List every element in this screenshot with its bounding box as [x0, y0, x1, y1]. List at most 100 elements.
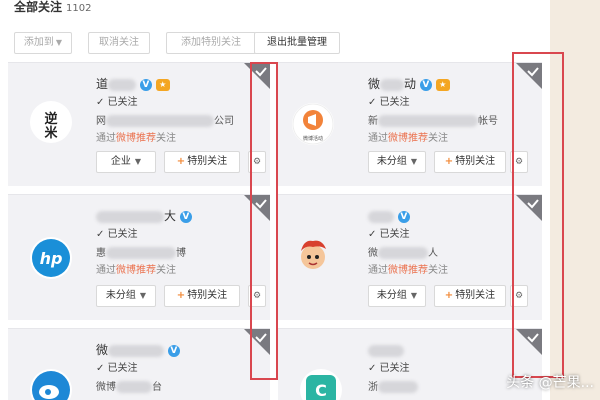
follow-source: 通过微博推荐关注	[96, 265, 176, 277]
group-select[interactable]: 未分组 ▼	[96, 285, 156, 307]
avatar-logo-text: hp	[40, 249, 63, 268]
unfollow-button[interactable]: 取消关注	[88, 32, 150, 54]
add-special-follow-button[interactable]: 添加特别关注	[166, 32, 256, 54]
group-label: 未分组	[376, 290, 407, 301]
svg-text:逆: 逆	[44, 111, 57, 127]
user-description: 新 帐号	[368, 115, 498, 128]
avatar[interactable]: C	[300, 369, 342, 400]
verified-icon: V	[397, 210, 410, 223]
avatar[interactable]: 逆 米	[30, 101, 72, 143]
follow-source: 通过微博推荐关注	[96, 133, 176, 145]
follow-status: ✓ 已关注	[368, 229, 410, 240]
user-description: 微人	[368, 247, 438, 260]
source-link[interactable]: 微博推荐	[116, 133, 156, 144]
svg-text:米: 米	[44, 125, 58, 141]
blurred-text	[106, 247, 176, 259]
blurred-text	[106, 115, 214, 127]
name-text: 道	[96, 77, 109, 91]
source-prefix: 通过	[96, 265, 116, 276]
desc-prefix: 微	[368, 248, 378, 259]
user-name[interactable]: V	[368, 209, 410, 223]
name-text: 微	[96, 343, 109, 357]
blurred-name	[368, 210, 394, 223]
user-card[interactable]: 微博活动 微 动 V ★ ✓ 已关注 新 帐号 通过微博推荐关注 未分组 ▼ + 特别关…	[278, 62, 542, 186]
desc-prefix: 惠	[96, 248, 106, 259]
user-card[interactable]: V ✓ 已关注 微人 通过微博推荐关注 未分组 ▼ + 特别关注 ⚙	[278, 194, 542, 320]
follow-status: ✓ 已关注	[96, 229, 138, 240]
desc-suffix: 人	[428, 248, 438, 259]
avatar-logo-text: C	[315, 381, 327, 400]
avatar[interactable]	[292, 235, 334, 277]
user-description: 网 公司	[96, 115, 234, 128]
special-label: 特别关注	[187, 290, 228, 301]
add-to-dropdown[interactable]: 添加到 ▼	[14, 32, 72, 54]
user-name[interactable]: 微 V	[96, 343, 180, 357]
exit-batch-manage-button[interactable]: 退出批量管理	[254, 32, 340, 54]
verified-icon: V	[419, 78, 432, 91]
special-label: 特别关注	[455, 290, 496, 301]
title-text: 全部关注	[14, 0, 63, 14]
avatar[interactable]	[30, 369, 72, 400]
follow-status: ✓ 已关注	[96, 97, 138, 108]
source-suffix: 关注	[156, 265, 176, 276]
medal-icon: ★	[435, 78, 450, 91]
blurred-text	[378, 115, 478, 127]
plus-icon: +	[176, 156, 186, 167]
follow-status: ✓ 已关注	[96, 363, 138, 374]
user-name[interactable]: 微 动 V ★	[368, 77, 450, 91]
user-description: 惠博	[96, 247, 186, 260]
follow-status: ✓ 已关注	[368, 97, 410, 108]
user-name[interactable]	[368, 343, 404, 357]
desc-prefix: 网	[96, 116, 106, 127]
group-label: 未分组	[376, 156, 407, 167]
follow-count: 1102	[66, 3, 92, 14]
user-card[interactable]: hp 大 V ✓ 已关注 惠博 通过微博推荐关注 未分组 ▼ + 特别关注 ⚙	[8, 194, 270, 320]
blurred-name	[96, 210, 164, 223]
avatar[interactable]: hp	[30, 237, 72, 279]
group-select[interactable]: 未分组 ▼	[368, 285, 426, 307]
group-select[interactable]: 未分组 ▼	[368, 151, 426, 173]
source-link[interactable]: 微博推荐	[388, 265, 428, 276]
highlight-box-left	[250, 62, 278, 380]
verified-icon: V	[179, 210, 192, 223]
follow-status: ✓ 已关注	[368, 363, 410, 374]
desc-suffix: 公司	[214, 116, 234, 127]
desc-prefix: 微博	[96, 382, 116, 393]
user-name[interactable]: 大 V	[96, 209, 192, 223]
avatar[interactable]: 微博活动	[292, 103, 334, 145]
special-follow-button[interactable]: + 特别关注	[164, 151, 240, 173]
source-prefix: 通过	[96, 133, 116, 144]
user-card[interactable]: 逆 米 道 V ★ ✓ 已关注 网公司 通过微博推荐关注 企业 ▼ + 特别关注 ⚙	[8, 62, 270, 186]
source-suffix: 关注	[156, 133, 176, 144]
chevron-down-icon: ▼	[139, 291, 147, 300]
special-follow-button[interactable]: + 特别关注	[434, 151, 506, 173]
medal-icon: ★	[155, 78, 170, 91]
special-follow-button[interactable]: + 特别关注	[164, 285, 240, 307]
special-follow-button[interactable]: + 特别关注	[434, 285, 506, 307]
source-prefix: 通过	[368, 265, 388, 276]
name-text: 微	[368, 77, 381, 91]
follow-source: 通过微博推荐关注	[368, 265, 448, 277]
watermark: 头条 @芒果...	[506, 375, 594, 391]
source-prefix: 通过	[368, 133, 388, 144]
source-link[interactable]: 微博推荐	[116, 265, 156, 276]
blurred-name	[368, 344, 404, 357]
user-name[interactable]: 道 V ★	[96, 77, 170, 91]
desc-suffix: 帐号	[478, 116, 498, 127]
chevron-down-icon: ▼	[55, 38, 63, 47]
name-suffix: 大	[164, 209, 177, 223]
source-suffix: 关注	[428, 133, 448, 144]
desc-suffix: 台	[152, 382, 162, 393]
user-description: 微博 台	[96, 381, 162, 394]
follow-source: 通过微博推荐关注	[368, 133, 448, 145]
avatar-caption: 微博活动	[303, 135, 323, 142]
user-card[interactable]: C ✓ 已关注 浙	[278, 328, 542, 400]
chevron-down-icon: ▼	[410, 157, 418, 166]
source-link[interactable]: 微博推荐	[388, 133, 428, 144]
group-select[interactable]: 企业 ▼	[96, 151, 156, 173]
blurred-name	[108, 78, 137, 91]
page-title: 全部关注 1102	[14, 0, 91, 20]
source-suffix: 关注	[428, 265, 448, 276]
group-label: 未分组	[105, 290, 136, 301]
user-card[interactable]: 微 V ✓ 已关注 微博 台	[8, 328, 270, 400]
